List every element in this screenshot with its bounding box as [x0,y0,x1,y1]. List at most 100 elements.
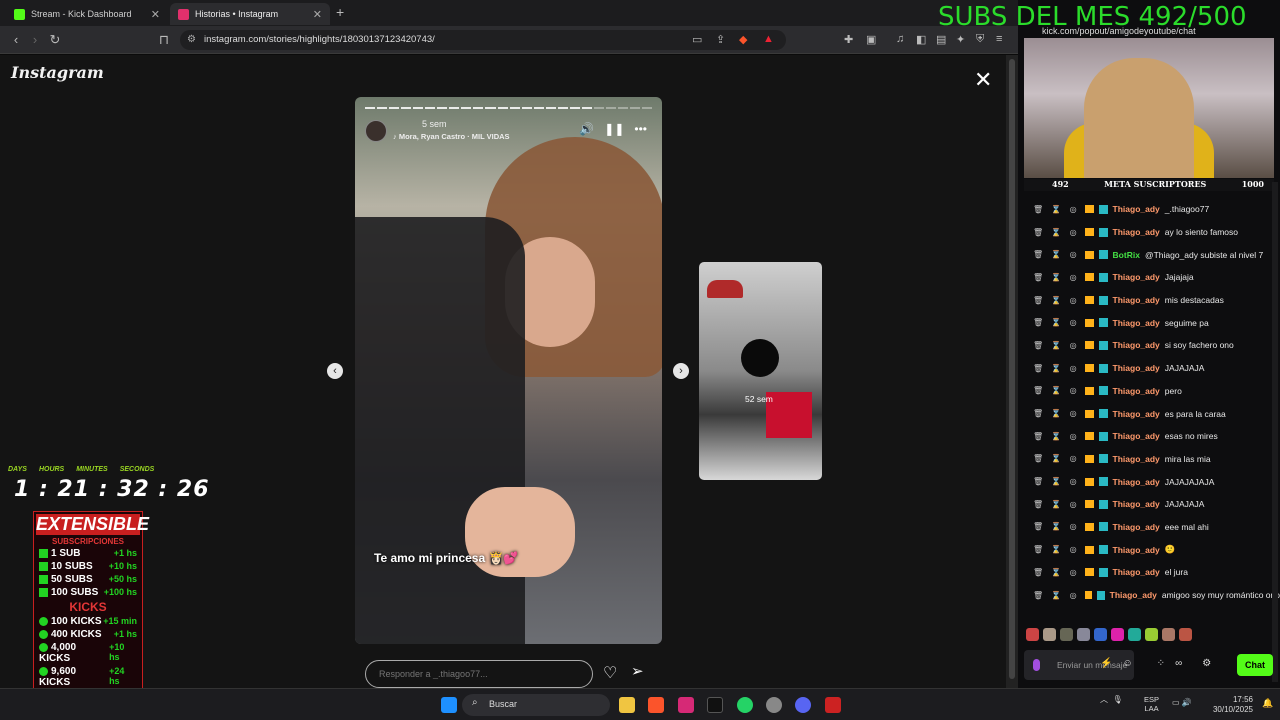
sidebar-icon[interactable]: ▣ [866,33,876,46]
mod-tools-icon[interactable]: 🗑 ⌛ ◎ [1033,591,1080,600]
emoji-icon[interactable]: ☺ [1122,658,1132,669]
system-clock[interactable]: 17:56 30/10/2025 [1211,695,1253,715]
whatsapp-icon[interactable] [737,697,753,713]
send-chat-button[interactable]: Chat [1237,654,1273,676]
pause-icon[interactable]: ❚❚ [604,122,624,136]
chat-username[interactable]: Thiago_ady [1113,409,1160,419]
emote-icon[interactable] [1026,628,1039,641]
emote-icon[interactable] [1094,628,1107,641]
brave-shield-icon[interactable]: ◆ [739,33,747,46]
extensions-icon[interactable]: ✚ [844,33,853,46]
settings-gear-icon[interactable]: ⚙ [1202,658,1211,669]
tab-instagram-stories[interactable]: Historias • Instagram ✕ [170,3,330,25]
mod-tools-icon[interactable]: 🗑 ⌛ ◎ [1033,477,1080,486]
chat-username[interactable]: Thiago_ady [1113,477,1160,487]
story-viewer[interactable]: 5 sem ♪ Mora, Ryan Castro · MIL VIDAS 🔊 … [355,97,662,644]
tab-kick-dashboard[interactable]: Stream - Kick Dashboard ✕ [6,3,168,25]
chat-username[interactable]: Thiago_ady [1113,431,1160,441]
vpn-icon[interactable]: ⛨ [976,33,984,46]
new-tab-icon[interactable]: + [336,4,344,20]
brave-rewards-icon[interactable]: ▲ [763,33,774,45]
send-icon[interactable]: ➢ [631,662,644,680]
language-indicator[interactable]: ESP LAA [1144,695,1159,713]
split-view-icon[interactable]: ◧ [916,33,926,46]
mod-tools-icon[interactable]: 🗑 ⌛ ◎ [1033,409,1080,418]
notifications-icon[interactable]: 🔔 [1262,698,1273,709]
chat-username[interactable]: Thiago_ady [1113,454,1160,464]
chat-username[interactable]: Thiago_ady [1113,272,1160,282]
emote-icon[interactable] [1128,628,1141,641]
wallet-icon[interactable]: ▤ [936,33,946,46]
mod-tools-icon[interactable]: 🗑 ⌛ ◎ [1033,386,1080,395]
quick-emote-icon[interactable]: ⚡ [1100,658,1112,669]
chat-username[interactable]: Thiago_ady [1113,545,1160,555]
next-story-arrow-icon[interactable]: › [673,363,689,379]
chat-username[interactable]: Thiago_ady [1113,363,1160,373]
back-icon[interactable]: ‹ [8,32,24,47]
mod-tools-icon[interactable]: 🗑 ⌛ ◎ [1033,454,1080,463]
emote-icon[interactable] [1043,628,1056,641]
chat-username[interactable]: Thiago_ady [1113,227,1160,237]
next-story-preview[interactable]: 52 sem [699,262,822,480]
mod-tools-icon[interactable]: 🗑 ⌛ ◎ [1033,273,1080,282]
mod-tools-icon[interactable]: 🗑 ⌛ ◎ [1033,500,1080,509]
emote-icon[interactable] [1060,628,1073,641]
chat-username[interactable]: Thiago_ady [1110,590,1157,600]
reply-input[interactable] [365,660,593,688]
mod-tools-icon[interactable]: 🗑 ⌛ ◎ [1033,205,1080,214]
emote-icon[interactable] [1179,628,1192,641]
voicemod-icon[interactable] [825,697,841,713]
heart-icon[interactable]: ♡ [603,663,617,683]
mod-tools-icon[interactable]: 🗑 ⌛ ◎ [1033,522,1080,531]
mod-tools-icon[interactable]: 🗑 ⌛ ◎ [1033,432,1080,441]
chat-username[interactable]: Thiago_ady [1113,340,1160,350]
chat-username[interactable]: Thiago_ady [1113,567,1160,577]
taskbar-search[interactable]: ⌕ Buscar [462,694,610,716]
chat-scrollbar[interactable] [1272,182,1278,682]
reload-icon[interactable]: ↻ [47,32,63,48]
steam-icon[interactable] [766,697,782,713]
mod-tools-icon[interactable]: 🗑 ⌛ ◎ [1033,341,1080,350]
chat-username[interactable]: Thiago_ady [1113,499,1160,509]
mic-icon[interactable] [1033,659,1040,671]
chat-username[interactable]: Thiago_ady [1113,522,1160,532]
leo-ai-icon[interactable]: ✦ [956,33,965,46]
close-tab-icon[interactable]: ✕ [151,8,160,21]
volume-icon[interactable]: 🔊 [579,122,594,136]
site-settings-icon[interactable]: ⚙ [187,34,196,45]
chat-username[interactable]: BotRix [1113,250,1140,260]
menu-icon[interactable]: ≡ [996,33,1002,45]
emote-icon[interactable] [1145,628,1158,641]
avatar[interactable] [365,120,387,142]
mod-tools-icon[interactable]: 🗑 ⌛ ◎ [1033,364,1080,373]
share-icon[interactable]: ⇪ [716,33,725,46]
instagram-logo[interactable]: Instagram [11,63,104,82]
mod-tools-icon[interactable]: 🗑 ⌛ ◎ [1033,568,1080,577]
mod-tools-icon[interactable]: 🗑 ⌛ ◎ [1033,228,1080,237]
page-scrollbar[interactable] [1006,55,1018,688]
emote-icon[interactable] [1162,628,1175,641]
mod-tools-icon[interactable]: 🗑 ⌛ ◎ [1033,318,1080,327]
chat-username[interactable]: Thiago_ady [1113,318,1160,328]
bookmark-icon[interactable]: ⊓ [156,32,172,48]
watch-party-icon[interactable]: ∞ [1175,658,1182,669]
system-tray[interactable]: ︿ 🎙 [1100,694,1123,705]
close-stories-icon[interactable]: ✕ [974,67,992,93]
close-tab-icon[interactable]: ✕ [313,8,322,21]
emote-icon[interactable] [1111,628,1124,641]
file-explorer-icon[interactable] [619,697,635,713]
network-icon[interactable]: ▭ 🔊 [1172,698,1192,707]
forward-icon[interactable]: › [27,32,43,47]
start-windows-icon[interactable] [441,697,457,713]
media-icon[interactable]: ♫ [896,33,904,45]
mod-tools-icon[interactable]: 🗑 ⌛ ◎ [1033,250,1080,259]
cast-icon[interactable]: ▭ [692,33,702,46]
previous-story-arrow-icon[interactable]: ‹ [327,363,343,379]
chat-username[interactable]: Thiago_ady [1113,295,1160,305]
instagram-app-icon[interactable] [678,697,694,713]
story-music-label[interactable]: ♪ Mora, Ryan Castro · MIL VIDAS [393,132,510,141]
chat-username[interactable]: Thiago_ady [1113,204,1160,214]
mod-tools-icon[interactable]: 🗑 ⌛ ◎ [1033,545,1080,554]
more-options-icon[interactable]: ••• [634,122,647,136]
brave-browser-icon[interactable] [648,697,664,713]
